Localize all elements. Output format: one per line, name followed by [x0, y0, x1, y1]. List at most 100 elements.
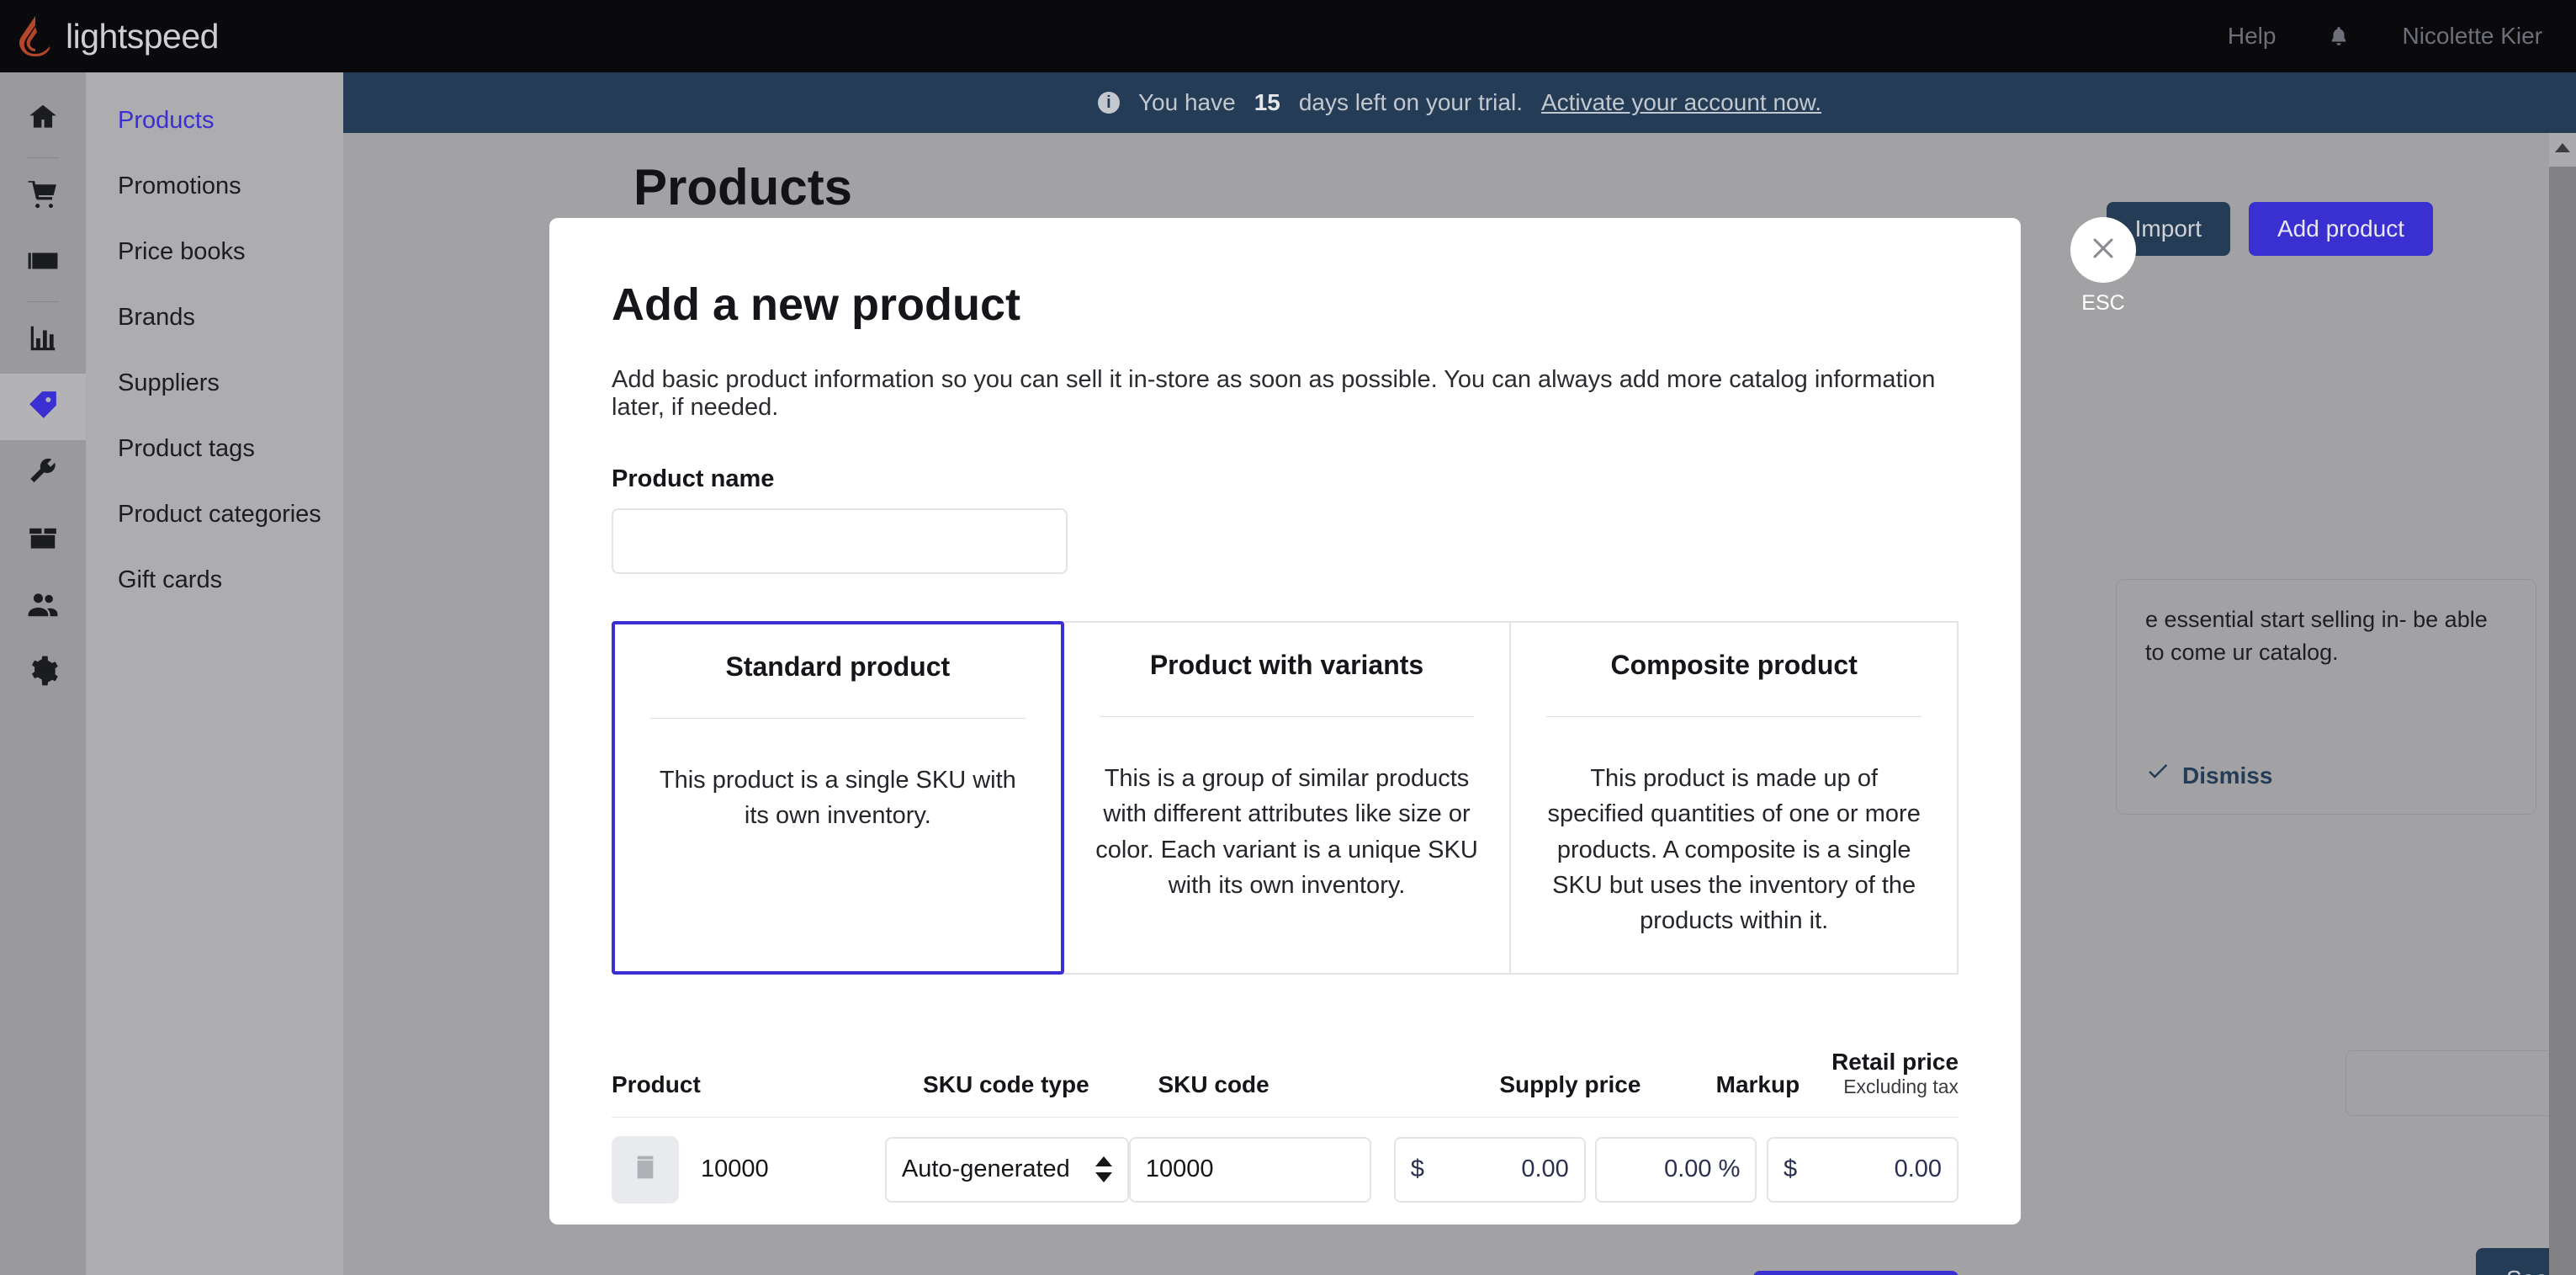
type-card-description: This product is a single SKU with its ow…: [645, 762, 1031, 834]
add-product-button[interactable]: Add product: [2249, 202, 2433, 256]
retail-price-label: Retail price: [1831, 1049, 1959, 1075]
rail-item-sell[interactable]: [0, 163, 86, 230]
subnav-item-suppliers[interactable]: Suppliers: [86, 350, 343, 416]
sku-code-type-value: Auto-generated: [902, 1155, 1070, 1183]
subnav-label: Gift cards: [118, 566, 222, 594]
product-type-selector: Standard product This product is a singl…: [612, 621, 1959, 975]
page-title: Products: [633, 158, 852, 216]
check-icon: [2145, 758, 2171, 794]
column-header-supply-price: Supply price: [1460, 1071, 1640, 1098]
stepper-arrows-icon[interactable]: [1095, 1156, 1112, 1182]
wrench-icon: [27, 455, 59, 491]
home-icon: [27, 101, 59, 137]
chevron-up-icon[interactable]: [1095, 1156, 1112, 1166]
top-bar: lightspeed Help Nicolette Kier: [0, 0, 2576, 72]
close-x-icon: [2089, 234, 2118, 267]
image-placeholder-icon: [632, 1152, 659, 1187]
secondary-nav: Products Promotions Price books Brands S…: [86, 72, 343, 1275]
column-header-sku-code-type: SKU code type: [923, 1071, 1158, 1098]
product-tag-icon: [27, 389, 59, 425]
register-icon: [27, 245, 59, 281]
row-product-name: 10000: [701, 1155, 769, 1183]
add-product-modal: Add a new product Add basic product info…: [549, 218, 2021, 1225]
rail-item-inventory[interactable]: [0, 507, 86, 573]
retail-currency-symbol: $: [1784, 1155, 1797, 1183]
product-type-card-standard[interactable]: Standard product This product is a singl…: [612, 621, 1064, 975]
retail-price-input[interactable]: $ 0.00: [1767, 1137, 1959, 1203]
product-thumbnail[interactable]: [612, 1136, 679, 1203]
flame-logo-icon: [19, 15, 52, 57]
supply-currency-symbol: $: [1411, 1155, 1424, 1183]
subnav-label: Promotions: [118, 173, 241, 200]
sku-code-input[interactable]: [1129, 1137, 1371, 1203]
cell-supply-price: $ 0.00: [1394, 1137, 1586, 1203]
activate-account-link[interactable]: Activate your account now.: [1541, 89, 1821, 116]
inventory-box-icon: [27, 522, 59, 558]
modal-title: Add a new product: [612, 279, 1959, 331]
subnav-item-brands[interactable]: Brands: [86, 284, 343, 350]
chevron-down-icon[interactable]: [1095, 1172, 1112, 1182]
customers-people-icon: [27, 588, 59, 624]
rail-item-register[interactable]: [0, 230, 86, 296]
column-header-retail-price: Retail price Excluding tax: [1799, 1049, 1959, 1098]
tip-text: e essential start selling in- be able to…: [2145, 607, 2488, 665]
markup-input[interactable]: 0.00 %: [1595, 1137, 1757, 1203]
column-header-markup: Markup: [1640, 1071, 1799, 1098]
subnav-item-product-categories[interactable]: Product categories: [86, 481, 343, 547]
onboarding-tip-card: e essential start selling in- be able to…: [2116, 579, 2536, 815]
product-type-card-composite[interactable]: Composite product This product is made u…: [1509, 621, 1959, 975]
subnav-item-gift-cards[interactable]: Gift cards: [86, 547, 343, 613]
subnav-label: Products: [118, 107, 214, 135]
sku-code-type-select[interactable]: Auto-generated: [885, 1137, 1129, 1203]
rail-item-home[interactable]: [0, 86, 86, 152]
cell-markup: 0.00 %: [1595, 1137, 1757, 1203]
column-header-sku-code: SKU code: [1158, 1071, 1460, 1098]
type-card-divider: [650, 718, 1026, 719]
modal-subtitle: Add basic product information so you can…: [612, 366, 1959, 422]
subnav-item-product-tags[interactable]: Product tags: [86, 416, 343, 481]
type-card-title: Composite product: [1541, 650, 1927, 681]
topbar-right-group: Help Nicolette Kier: [2228, 23, 2576, 50]
supply-price-value: 0.00: [1521, 1155, 1568, 1183]
modal-add-product-button[interactable]: Add product: [1753, 1271, 1959, 1275]
icon-rail: [0, 72, 86, 1275]
rail-item-customers[interactable]: [0, 573, 86, 640]
table-header-row: Product SKU code type SKU code Supply pr…: [612, 1049, 1959, 1117]
cell-product: 10000: [612, 1136, 885, 1203]
bell-icon[interactable]: [2328, 24, 2350, 49]
subnav-label: Price books: [118, 238, 246, 266]
product-type-card-variants[interactable]: Product with variants This is a group of…: [1063, 621, 1512, 975]
type-card-description: This is a group of similar products with…: [1095, 761, 1480, 903]
trial-banner: i You have 15 days left on your trial. A…: [343, 72, 2576, 133]
page-scrollbar[interactable]: [2549, 133, 2576, 1275]
close-button[interactable]: [2070, 217, 2136, 283]
subnav-label: Product tags: [118, 435, 255, 463]
scrollbar-thumb[interactable]: [2549, 167, 2576, 1275]
search-input[interactable]: [2345, 1050, 2576, 1116]
cell-retail-price: $ 0.00: [1767, 1137, 1959, 1203]
rail-item-catalog[interactable]: [0, 374, 86, 440]
scroll-up-arrow-icon[interactable]: [2555, 143, 2570, 152]
rail-item-reporting[interactable]: [0, 307, 86, 374]
trial-text-after: days left on your trial.: [1299, 89, 1523, 116]
dismiss-button[interactable]: Dismiss: [2145, 758, 2272, 794]
type-card-title: Standard product: [645, 651, 1031, 683]
subnav-item-price-books[interactable]: Price books: [86, 219, 343, 284]
product-name-label: Product name: [612, 465, 1959, 493]
trial-text-before: You have: [1138, 89, 1236, 116]
retail-price-value: 0.00: [1895, 1155, 1942, 1183]
subnav-label: Suppliers: [118, 369, 220, 397]
rail-item-setup[interactable]: [0, 440, 86, 507]
brand-logo[interactable]: lightspeed: [0, 15, 219, 57]
product-name-input[interactable]: [612, 508, 1068, 574]
supply-price-input[interactable]: $ 0.00: [1394, 1137, 1586, 1203]
rail-item-settings[interactable]: [0, 640, 86, 706]
subnav-label: Product categories: [118, 501, 321, 529]
subnav-item-promotions[interactable]: Promotions: [86, 153, 343, 219]
subnav-item-products[interactable]: Products: [86, 88, 343, 153]
type-card-divider: [1100, 716, 1475, 717]
column-header-product: Product: [612, 1071, 923, 1098]
user-menu[interactable]: Nicolette Kier: [2402, 23, 2542, 50]
help-link[interactable]: Help: [2228, 23, 2277, 50]
info-icon: i: [1098, 92, 1120, 114]
